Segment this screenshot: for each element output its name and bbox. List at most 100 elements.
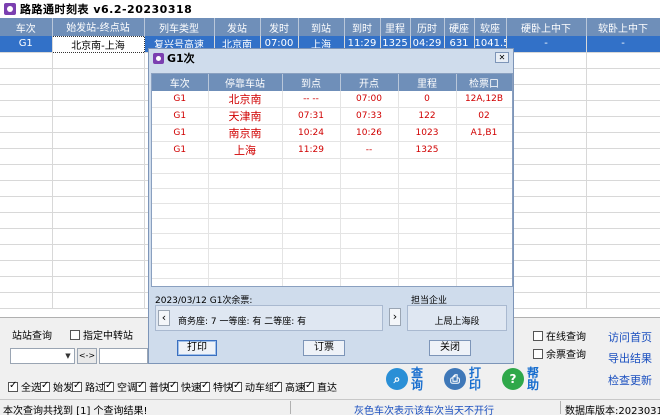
table-cell[interactable]	[52, 164, 145, 181]
filter-checkbox[interactable]: 全选	[8, 379, 41, 394]
filter-checkbox[interactable]: 空调	[104, 379, 137, 394]
filter-checkbox[interactable]: 快速	[168, 379, 201, 394]
help-icon[interactable]: ?	[502, 368, 524, 390]
table-cell[interactable]	[586, 276, 660, 293]
grid-column-header[interactable]: 车次	[0, 18, 53, 36]
stop-row[interactable]: G1 天津南 07:31 07:33 122 02	[152, 107, 512, 125]
table-cell[interactable]	[586, 212, 660, 229]
filter-checkbox[interactable]: 动车组	[232, 379, 275, 394]
table-cell[interactable]	[52, 260, 145, 277]
home-link[interactable]: 访问首页	[608, 329, 652, 345]
table-cell[interactable]	[506, 52, 587, 69]
filter-checkbox[interactable]: 特快	[200, 379, 233, 394]
online-query-checkbox[interactable]: 在线查询	[533, 328, 586, 343]
stop-row[interactable]: G1 北京南 -- -- 07:00 0 12A,12B	[152, 91, 512, 108]
filter-checkbox-box[interactable]	[104, 380, 114, 392]
chevron-down-icon[interactable]: ▼	[62, 349, 74, 363]
grid-column-header[interactable]: 软卧上中下	[586, 18, 660, 36]
stops-column-header[interactable]: 检票口	[456, 74, 512, 91]
table-cell[interactable]	[506, 196, 587, 213]
filter-checkbox-box[interactable]	[272, 380, 282, 392]
table-cell[interactable]	[586, 228, 660, 245]
table-cell[interactable]	[52, 180, 145, 197]
table-cell[interactable]	[586, 196, 660, 213]
table-cell[interactable]	[506, 116, 587, 133]
filter-checkbox[interactable]: 直达	[304, 379, 337, 394]
grid-column-header[interactable]: 列车类型	[144, 18, 215, 36]
table-cell[interactable]	[506, 164, 587, 181]
filter-checkbox[interactable]: 普快	[136, 379, 169, 394]
remaining-tickets-checkbox-box[interactable]	[533, 348, 543, 359]
table-cell[interactable]	[506, 100, 587, 117]
stops-column-header[interactable]: 开点	[340, 74, 399, 91]
filter-checkbox-box[interactable]	[200, 380, 210, 392]
table-cell[interactable]	[0, 164, 53, 181]
train-stops-dialog[interactable]: G1次 ✕ 车次 停靠车站 到点 开点 里程 检票口 G1 北京南 -- -- 07:00 0 12…	[148, 48, 514, 364]
filter-checkbox-box[interactable]	[304, 380, 314, 392]
table-cell[interactable]	[0, 212, 53, 229]
print-button[interactable]: ⎙ 打印	[444, 367, 483, 391]
table-cell[interactable]	[0, 180, 53, 197]
table-cell[interactable]	[586, 52, 660, 69]
table-cell[interactable]	[586, 132, 660, 149]
grid-column-header[interactable]: 历时	[410, 18, 445, 36]
table-cell[interactable]	[506, 180, 587, 197]
chevron-left-icon[interactable]: ‹	[158, 310, 170, 326]
table-cell[interactable]	[0, 292, 53, 309]
grid-column-header[interactable]: 软座	[474, 18, 507, 36]
grid-column-header[interactable]: 发站	[214, 18, 261, 36]
table-cell[interactable]	[52, 212, 145, 229]
transfer-checkbox[interactable]: 指定中转站	[70, 327, 133, 342]
stops-column-header[interactable]: 到点	[282, 74, 341, 91]
filter-checkbox[interactable]: 高速	[272, 379, 305, 394]
online-query-checkbox-box[interactable]	[533, 330, 543, 341]
help-button-label[interactable]: 帮助	[527, 367, 541, 391]
table-cell[interactable]	[586, 292, 660, 309]
table-cell[interactable]	[0, 52, 53, 69]
table-cell[interactable]	[586, 180, 660, 197]
swap-stations-button[interactable]: <->	[77, 348, 97, 364]
table-cell[interactable]	[506, 132, 587, 149]
table-cell[interactable]	[0, 116, 53, 133]
query-button-label[interactable]: 查询	[411, 367, 425, 391]
table-cell[interactable]	[52, 132, 145, 149]
help-button[interactable]: ? 帮助	[502, 367, 541, 391]
filter-checkbox[interactable]: 路过	[72, 379, 105, 394]
table-cell[interactable]	[0, 100, 53, 117]
table-cell[interactable]	[586, 84, 660, 101]
table-cell[interactable]	[0, 260, 53, 277]
table-cell[interactable]	[506, 84, 587, 101]
to-station-select[interactable]	[99, 348, 148, 364]
stops-column-header[interactable]: 里程	[398, 74, 457, 91]
filter-checkbox-box[interactable]	[168, 380, 178, 392]
table-cell[interactable]	[0, 228, 53, 245]
table-cell[interactable]	[52, 116, 145, 133]
grid-column-header[interactable]: 发时	[260, 18, 299, 36]
grid-column-header[interactable]: 始发站-终点站	[52, 18, 145, 36]
transfer-checkbox-box[interactable]	[70, 329, 80, 340]
query-button[interactable]: ⌕ 查询	[386, 367, 425, 391]
filter-checkbox-box[interactable]	[136, 380, 146, 392]
table-cell[interactable]	[586, 148, 660, 165]
table-cell[interactable]	[586, 244, 660, 261]
filter-checkbox-box[interactable]	[8, 380, 18, 392]
table-cell[interactable]	[52, 292, 145, 309]
stops-column-header[interactable]: 停靠车站	[208, 74, 283, 91]
table-cell[interactable]	[506, 260, 587, 277]
table-cell[interactable]	[0, 132, 53, 149]
table-cell[interactable]	[506, 292, 587, 309]
table-cell[interactable]	[506, 228, 587, 245]
table-cell[interactable]	[52, 276, 145, 293]
table-cell[interactable]	[52, 84, 145, 101]
close-icon[interactable]: ✕	[495, 52, 509, 63]
table-cell[interactable]	[52, 52, 145, 69]
grid-column-header[interactable]: 里程	[380, 18, 411, 36]
grid-column-header[interactable]: 到站	[298, 18, 345, 36]
stop-row[interactable]: G1 南京南 10:24 10:26 1023 A1,B1	[152, 124, 512, 142]
print-button-label[interactable]: 打印	[469, 367, 483, 391]
table-cell[interactable]	[52, 68, 145, 85]
table-cell[interactable]	[52, 148, 145, 165]
export-link[interactable]: 导出结果	[608, 350, 652, 366]
table-cell[interactable]	[506, 148, 587, 165]
remaining-tickets-checkbox[interactable]: 余票查询	[533, 346, 586, 361]
